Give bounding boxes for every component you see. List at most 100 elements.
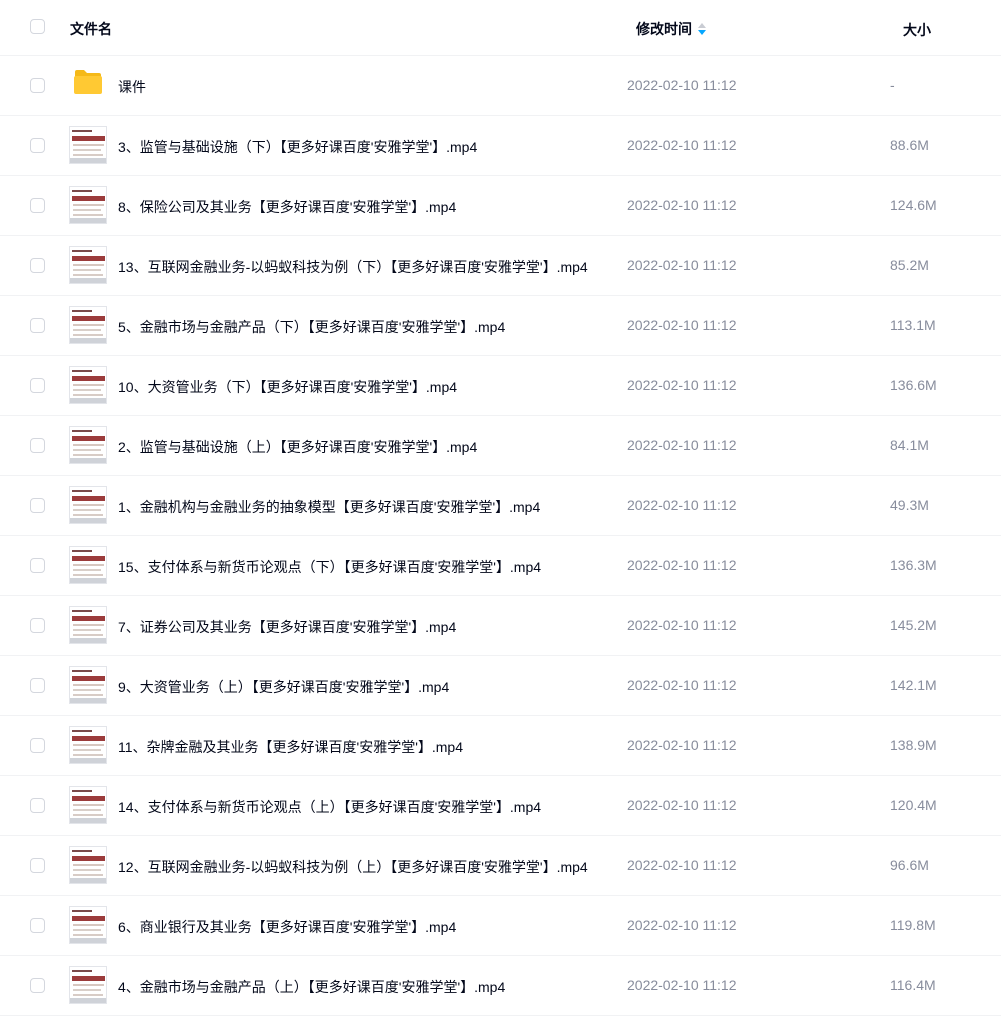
file-size: 124.6M: [890, 197, 937, 213]
folder-icon: [74, 70, 102, 94]
row-checkbox[interactable]: [30, 258, 45, 273]
file-row[interactable]: 4、金融市场与金融产品（上）【更多好课百度'安雅学堂'】.mp4 2022-02-…: [0, 956, 1001, 1016]
video-thumbnail[interactable]: [69, 306, 107, 344]
file-row[interactable]: 14、支付体系与新货币论观点（上）【更多好课百度'安雅学堂'】.mp4 2022-…: [0, 776, 1001, 836]
file-name[interactable]: 10、大资管业务（下）【更多好课百度'安雅学堂'】.mp4: [118, 377, 457, 397]
file-modified-time: 2022-02-10 11:12: [627, 557, 737, 573]
file-name[interactable]: 14、支付体系与新货币论观点（上）【更多好课百度'安雅学堂'】.mp4: [118, 797, 541, 817]
column-header-name[interactable]: 文件名: [70, 19, 112, 39]
file-name[interactable]: 6、商业银行及其业务【更多好课百度'安雅学堂'】.mp4: [118, 917, 456, 937]
column-header-time-label: 修改时间: [636, 21, 692, 37]
row-checkbox[interactable]: [30, 558, 45, 573]
file-name[interactable]: 11、杂牌金融及其业务【更多好课百度'安雅学堂'】.mp4: [118, 737, 463, 757]
file-size: 145.2M: [890, 617, 937, 633]
file-name[interactable]: 3、监管与基础设施（下）【更多好课百度'安雅学堂'】.mp4: [118, 137, 477, 157]
video-thumbnail[interactable]: [69, 606, 107, 644]
file-row[interactable]: 3、监管与基础设施（下）【更多好课百度'安雅学堂'】.mp4 2022-02-10…: [0, 116, 1001, 176]
sort-desc-icon[interactable]: [698, 22, 706, 36]
video-thumbnail[interactable]: [69, 186, 107, 224]
video-thumbnail[interactable]: [69, 486, 107, 524]
row-checkbox[interactable]: [30, 138, 45, 153]
file-size: 113.1M: [890, 317, 936, 333]
file-modified-time: 2022-02-10 11:12: [627, 317, 737, 333]
row-checkbox[interactable]: [30, 858, 45, 873]
select-all-checkbox[interactable]: [30, 19, 45, 34]
file-name[interactable]: 13、互联网金融业务-以蚂蚁科技为例（下）【更多好课百度'安雅学堂'】.mp4: [118, 257, 588, 277]
file-size: 142.1M: [890, 677, 937, 693]
row-checkbox[interactable]: [30, 318, 45, 333]
row-checkbox[interactable]: [30, 798, 45, 813]
file-size: 88.6M: [890, 137, 929, 153]
file-row[interactable]: 课件 2022-02-10 11:12 -: [0, 56, 1001, 116]
file-modified-time: 2022-02-10 11:12: [627, 377, 737, 393]
video-thumbnail[interactable]: [69, 906, 107, 944]
file-list: 课件 2022-02-10 11:12 - 3、监管与基础设施（下）【更多好课百度'安…: [0, 56, 1001, 1016]
row-checkbox[interactable]: [30, 618, 45, 633]
file-size: 85.2M: [890, 257, 929, 273]
row-checkbox[interactable]: [30, 918, 45, 933]
column-header-size[interactable]: 大小: [903, 20, 931, 40]
video-thumbnail[interactable]: [69, 126, 107, 164]
file-modified-time: 2022-02-10 11:12: [627, 797, 737, 813]
row-checkbox[interactable]: [30, 498, 45, 513]
file-name[interactable]: 课件: [118, 77, 146, 97]
file-modified-time: 2022-02-10 11:12: [627, 617, 737, 633]
row-checkbox[interactable]: [30, 438, 45, 453]
file-table: 文件名 修改时间 大小 课件 2022-02-10 11:12 - 3、监管与基础设施…: [0, 0, 1001, 1016]
file-name[interactable]: 12、互联网金融业务-以蚂蚁科技为例（上）【更多好课百度'安雅学堂'】.mp4: [118, 857, 588, 877]
file-modified-time: 2022-02-10 11:12: [627, 497, 737, 513]
file-size: 96.6M: [890, 857, 929, 873]
file-row[interactable]: 8、保险公司及其业务【更多好课百度'安雅学堂'】.mp4 2022-02-10 1…: [0, 176, 1001, 236]
video-thumbnail[interactable]: [69, 666, 107, 704]
video-thumbnail[interactable]: [69, 246, 107, 284]
file-size: 138.9M: [890, 737, 937, 753]
video-thumbnail[interactable]: [69, 966, 107, 1004]
row-checkbox[interactable]: [30, 78, 45, 93]
file-size: 49.3M: [890, 497, 929, 513]
row-checkbox[interactable]: [30, 678, 45, 693]
row-checkbox[interactable]: [30, 978, 45, 993]
file-size: 136.6M: [890, 377, 937, 393]
video-thumbnail[interactable]: [69, 546, 107, 584]
file-modified-time: 2022-02-10 11:12: [627, 737, 737, 753]
file-row[interactable]: 12、互联网金融业务-以蚂蚁科技为例（上）【更多好课百度'安雅学堂'】.mp4 2…: [0, 836, 1001, 896]
file-modified-time: 2022-02-10 11:12: [627, 197, 737, 213]
file-row[interactable]: 7、证券公司及其业务【更多好课百度'安雅学堂'】.mp4 2022-02-10 1…: [0, 596, 1001, 656]
video-thumbnail[interactable]: [69, 426, 107, 464]
file-size: -: [890, 77, 895, 93]
file-row[interactable]: 11、杂牌金融及其业务【更多好课百度'安雅学堂'】.mp4 2022-02-10 …: [0, 716, 1001, 776]
file-name[interactable]: 8、保险公司及其业务【更多好课百度'安雅学堂'】.mp4: [118, 197, 456, 217]
file-name[interactable]: 7、证券公司及其业务【更多好课百度'安雅学堂'】.mp4: [118, 617, 456, 637]
file-row[interactable]: 13、互联网金融业务-以蚂蚁科技为例（下）【更多好课百度'安雅学堂'】.mp4 2…: [0, 236, 1001, 296]
file-row[interactable]: 9、大资管业务（上）【更多好课百度'安雅学堂'】.mp4 2022-02-10 1…: [0, 656, 1001, 716]
row-checkbox[interactable]: [30, 198, 45, 213]
file-size: 119.8M: [890, 917, 936, 933]
file-size: 120.4M: [890, 797, 937, 813]
file-row[interactable]: 6、商业银行及其业务【更多好课百度'安雅学堂'】.mp4 2022-02-10 1…: [0, 896, 1001, 956]
file-size: 84.1M: [890, 437, 929, 453]
column-header-time[interactable]: 修改时间: [636, 19, 706, 39]
file-modified-time: 2022-02-10 11:12: [627, 437, 737, 453]
file-row[interactable]: 10、大资管业务（下）【更多好课百度'安雅学堂'】.mp4 2022-02-10 …: [0, 356, 1001, 416]
row-checkbox[interactable]: [30, 738, 45, 753]
file-modified-time: 2022-02-10 11:12: [627, 917, 737, 933]
video-thumbnail[interactable]: [69, 366, 107, 404]
file-name[interactable]: 5、金融市场与金融产品（下）【更多好课百度'安雅学堂'】.mp4: [118, 317, 505, 337]
file-name[interactable]: 1、金融机构与金融业务的抽象模型【更多好课百度'安雅学堂'】.mp4: [118, 497, 540, 517]
video-thumbnail[interactable]: [69, 846, 107, 884]
video-thumbnail[interactable]: [69, 726, 107, 764]
video-thumbnail[interactable]: [69, 786, 107, 824]
file-modified-time: 2022-02-10 11:12: [627, 137, 737, 153]
file-row[interactable]: 15、支付体系与新货币论观点（下）【更多好课百度'安雅学堂'】.mp4 2022-…: [0, 536, 1001, 596]
file-modified-time: 2022-02-10 11:12: [627, 77, 737, 93]
file-modified-time: 2022-02-10 11:12: [627, 857, 737, 873]
file-name[interactable]: 9、大资管业务（上）【更多好课百度'安雅学堂'】.mp4: [118, 677, 449, 697]
file-row[interactable]: 5、金融市场与金融产品（下）【更多好课百度'安雅学堂'】.mp4 2022-02-…: [0, 296, 1001, 356]
row-checkbox[interactable]: [30, 378, 45, 393]
file-row[interactable]: 2、监管与基础设施（上）【更多好课百度'安雅学堂'】.mp4 2022-02-10…: [0, 416, 1001, 476]
file-name[interactable]: 4、金融市场与金融产品（上）【更多好课百度'安雅学堂'】.mp4: [118, 977, 505, 997]
file-row[interactable]: 1、金融机构与金融业务的抽象模型【更多好课百度'安雅学堂'】.mp4 2022-0…: [0, 476, 1001, 536]
file-modified-time: 2022-02-10 11:12: [627, 977, 737, 993]
file-name[interactable]: 2、监管与基础设施（上）【更多好课百度'安雅学堂'】.mp4: [118, 437, 477, 457]
file-name[interactable]: 15、支付体系与新货币论观点（下）【更多好课百度'安雅学堂'】.mp4: [118, 557, 541, 577]
